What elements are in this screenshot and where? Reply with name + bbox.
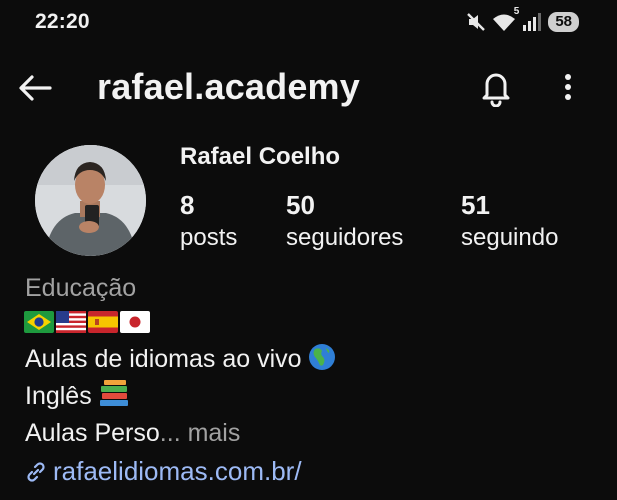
link-icon: [27, 461, 45, 482]
mute-icon: [467, 13, 486, 31]
globe-americas-icon: [308, 344, 335, 370]
stat-following[interactable]: 51 seguindo: [461, 188, 558, 254]
books-icon: [99, 380, 128, 406]
spain-flag: [88, 311, 118, 333]
wifi-icon: 5: [492, 6, 519, 32]
stat-followers-label: seguidores: [286, 224, 404, 251]
profile-avatar[interactable]: [35, 145, 146, 256]
bell-icon: [482, 73, 510, 108]
stat-following-value: 51: [461, 190, 490, 220]
stat-posts-label: posts: [180, 224, 238, 251]
japan-flag: [120, 311, 150, 333]
bio-line: Aulas Perso... mais: [25, 417, 240, 449]
usa-flag: [56, 311, 86, 333]
bio-line-text: Aulas Perso: [25, 419, 160, 447]
status-time: 22:20: [35, 10, 90, 33]
bio-line: Aulas de idiomas ao vivo: [25, 343, 336, 375]
brazil-flag: [24, 311, 54, 333]
back-button[interactable]: [16, 68, 56, 108]
stat-posts[interactable]: 8 posts: [180, 188, 237, 254]
more-options-button[interactable]: [553, 69, 583, 107]
status-icons: 5 58: [466, 6, 579, 32]
wifi-network-label: 5: [513, 6, 520, 17]
stat-followers-value: 50: [286, 190, 315, 220]
stat-followers[interactable]: 50 seguidores: [286, 188, 403, 254]
profile-display-name: Rafael Coelho: [180, 143, 341, 170]
stat-following-label: seguindo: [461, 224, 559, 251]
bio-line: Inglês: [25, 380, 130, 412]
website-link[interactable]: rafaelidiomas.com.br/: [25, 456, 302, 487]
back-arrow-icon: [19, 75, 52, 101]
bio-line-text: Inglês: [25, 382, 92, 410]
notifications-button[interactable]: [478, 67, 514, 108]
bio-flags: [24, 311, 150, 333]
signal-icon: [523, 13, 542, 31]
stat-posts-value: 8: [180, 190, 195, 220]
profile-username: rafael.academy: [97, 66, 360, 107]
more-vertical-icon: [565, 74, 571, 100]
bio-more-link[interactable]: ... mais: [160, 419, 241, 447]
website-url[interactable]: rafaelidiomas.com.br/: [53, 456, 302, 487]
bio-line-text: Aulas de idiomas ao vivo: [25, 345, 302, 373]
battery-icon: 58: [548, 12, 579, 32]
profile-category: Educação: [25, 274, 137, 302]
